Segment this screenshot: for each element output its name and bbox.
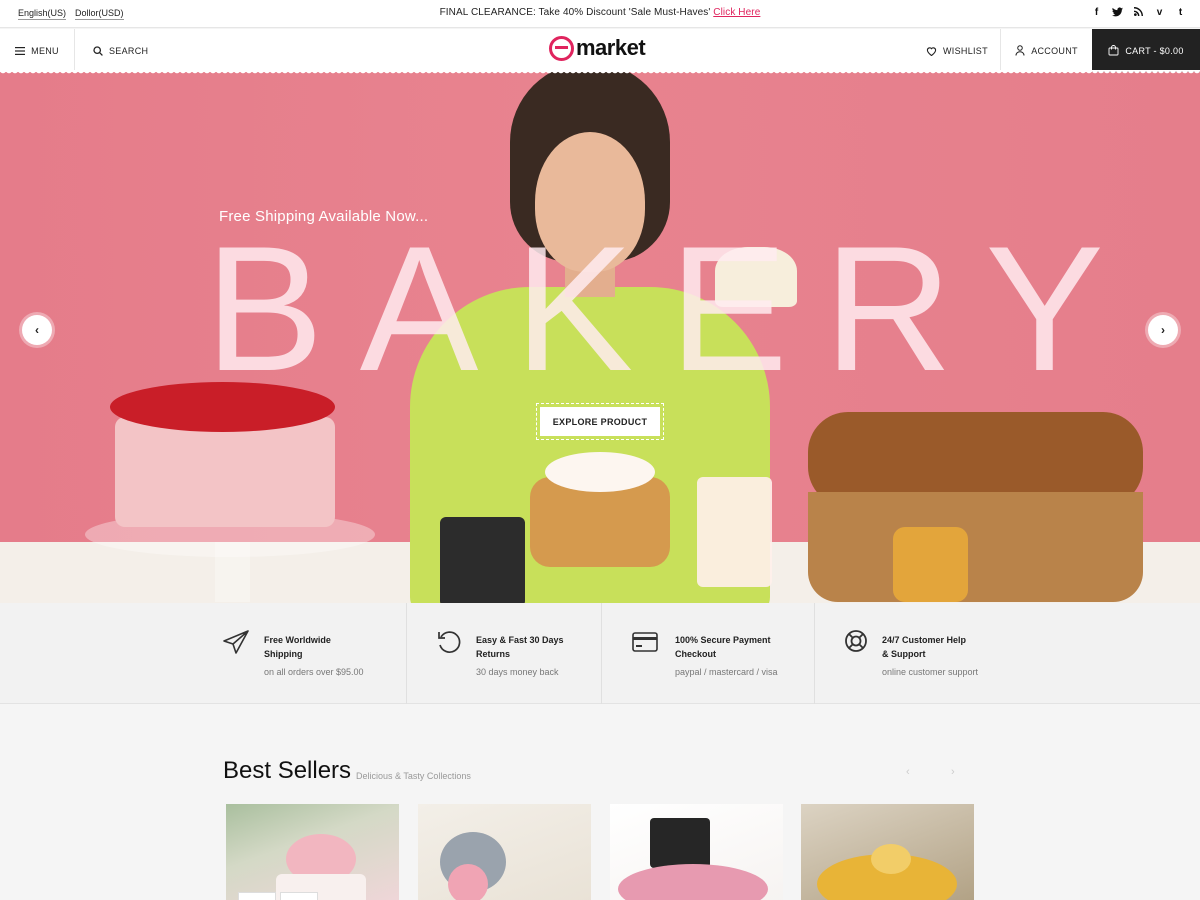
- feature-shipping: Free Worldwide Shipping on all orders ove…: [222, 603, 406, 704]
- best-sellers-title: Best Sellers: [223, 757, 352, 784]
- hero-cake-image: [115, 417, 335, 527]
- tumblr-icon[interactable]: t: [1175, 7, 1186, 20]
- feature-support: 24/7 Customer Help & Support online custo…: [814, 603, 1014, 704]
- cart-label: CART - $0.00: [1125, 45, 1184, 56]
- wishlist-label: WISHLIST: [943, 45, 988, 56]
- hero-next-arrow-icon[interactable]: ›: [1148, 315, 1178, 345]
- hero-slider: Free Shipping Available Now... BAKERY EX…: [0, 72, 1200, 603]
- hamburger-icon: [15, 46, 26, 55]
- social-links: f v t: [1091, 7, 1186, 20]
- product-card[interactable]: [610, 804, 783, 900]
- feature-returns: Easy & Fast 30 Days Returns 30 days money…: [406, 603, 601, 704]
- features-strip: Free Worldwide Shipping on all orders ove…: [0, 603, 1200, 704]
- feature-note: paypal / mastercard / visa: [675, 667, 778, 677]
- feature-divider: [814, 603, 815, 704]
- promo-banner: FINAL CLEARANCE: Take 40% Discount 'Sale…: [0, 7, 1200, 18]
- menu-button[interactable]: MENU: [0, 29, 75, 72]
- hero-mug-image: [440, 517, 525, 603]
- feature-title: Easy & Fast 30 Days Returns: [476, 635, 564, 659]
- product-image: [618, 864, 768, 900]
- search-button[interactable]: SEARCH: [93, 29, 148, 72]
- heart-icon: [926, 46, 937, 56]
- hero-honey-jar-image: [893, 527, 968, 602]
- promo-link[interactable]: Click Here: [713, 7, 760, 18]
- hero-prev-arrow-icon[interactable]: ‹: [22, 315, 52, 345]
- facebook-icon[interactable]: f: [1091, 7, 1102, 20]
- product-image: [871, 844, 911, 874]
- promo-text: FINAL CLEARANCE: Take 40% Discount 'Sale…: [439, 7, 714, 18]
- feature-note: on all orders over $95.00: [264, 667, 364, 677]
- menu-label: MENU: [31, 45, 59, 56]
- user-icon: [1015, 45, 1025, 56]
- hero-strawberries-image: [110, 382, 335, 432]
- search-label: SEARCH: [109, 45, 149, 56]
- product-thumbnail[interactable]: [238, 892, 276, 900]
- hero-milk-glass-image: [697, 477, 772, 587]
- product-thumbnail[interactable]: [280, 892, 318, 900]
- product-card[interactable]: [226, 804, 399, 900]
- feature-title: Free Worldwide Shipping: [264, 635, 331, 659]
- feature-payment: 100% Secure Payment Checkout paypal / mas…: [601, 603, 814, 704]
- feature-title: 24/7 Customer Help & Support: [882, 635, 967, 659]
- product-card[interactable]: [418, 804, 591, 900]
- search-icon: [93, 45, 103, 56]
- account-button[interactable]: ACCOUNT: [1000, 29, 1092, 72]
- feature-title: 100% Secure Payment Checkout: [675, 635, 771, 659]
- paper-plane-icon: [223, 630, 249, 654]
- logo-text: market: [576, 35, 646, 60]
- rss-icon[interactable]: [1133, 7, 1144, 20]
- shopping-bag-icon: [1108, 45, 1119, 56]
- vimeo-icon[interactable]: v: [1154, 7, 1165, 20]
- top-utility-bar: English(US) Dollor(USD) FINAL CLEARANCE:…: [0, 0, 1200, 28]
- wishlist-button[interactable]: WISHLIST: [926, 29, 988, 72]
- site-logo[interactable]: market: [549, 35, 646, 61]
- hero-cake-stem-image: [215, 542, 250, 602]
- product-card[interactable]: [801, 804, 974, 900]
- carousel-prev-icon[interactable]: ‹: [906, 766, 910, 778]
- product-image: [650, 818, 710, 868]
- header-scallop-divider: [0, 70, 1200, 76]
- hero-basket-image: [808, 492, 1143, 602]
- feature-note: 30 days money back: [476, 667, 559, 677]
- credit-card-icon: [632, 632, 658, 652]
- feature-divider: [601, 603, 602, 704]
- best-sellers-subtitle: Delicious & Tasty Collections: [356, 771, 471, 781]
- twitter-icon[interactable]: [1112, 7, 1123, 20]
- cart-button[interactable]: CART - $0.00: [1092, 29, 1200, 72]
- lifebuoy-icon: [845, 630, 867, 652]
- feature-divider: [406, 603, 407, 704]
- hero-title: BAKERY: [205, 209, 1140, 408]
- explore-product-button[interactable]: EXPLORE PRODUCT: [536, 403, 664, 440]
- account-label: ACCOUNT: [1031, 45, 1078, 56]
- feature-note: online customer support: [882, 667, 979, 677]
- return-icon: [438, 631, 461, 653]
- carousel-next-icon[interactable]: ›: [951, 766, 955, 778]
- main-header: MENU SEARCH market WISHLIST ACCOUNT CART…: [0, 29, 1200, 72]
- product-image: [448, 864, 488, 900]
- hero-cream-image: [545, 452, 655, 492]
- logo-e-icon: [549, 35, 574, 61]
